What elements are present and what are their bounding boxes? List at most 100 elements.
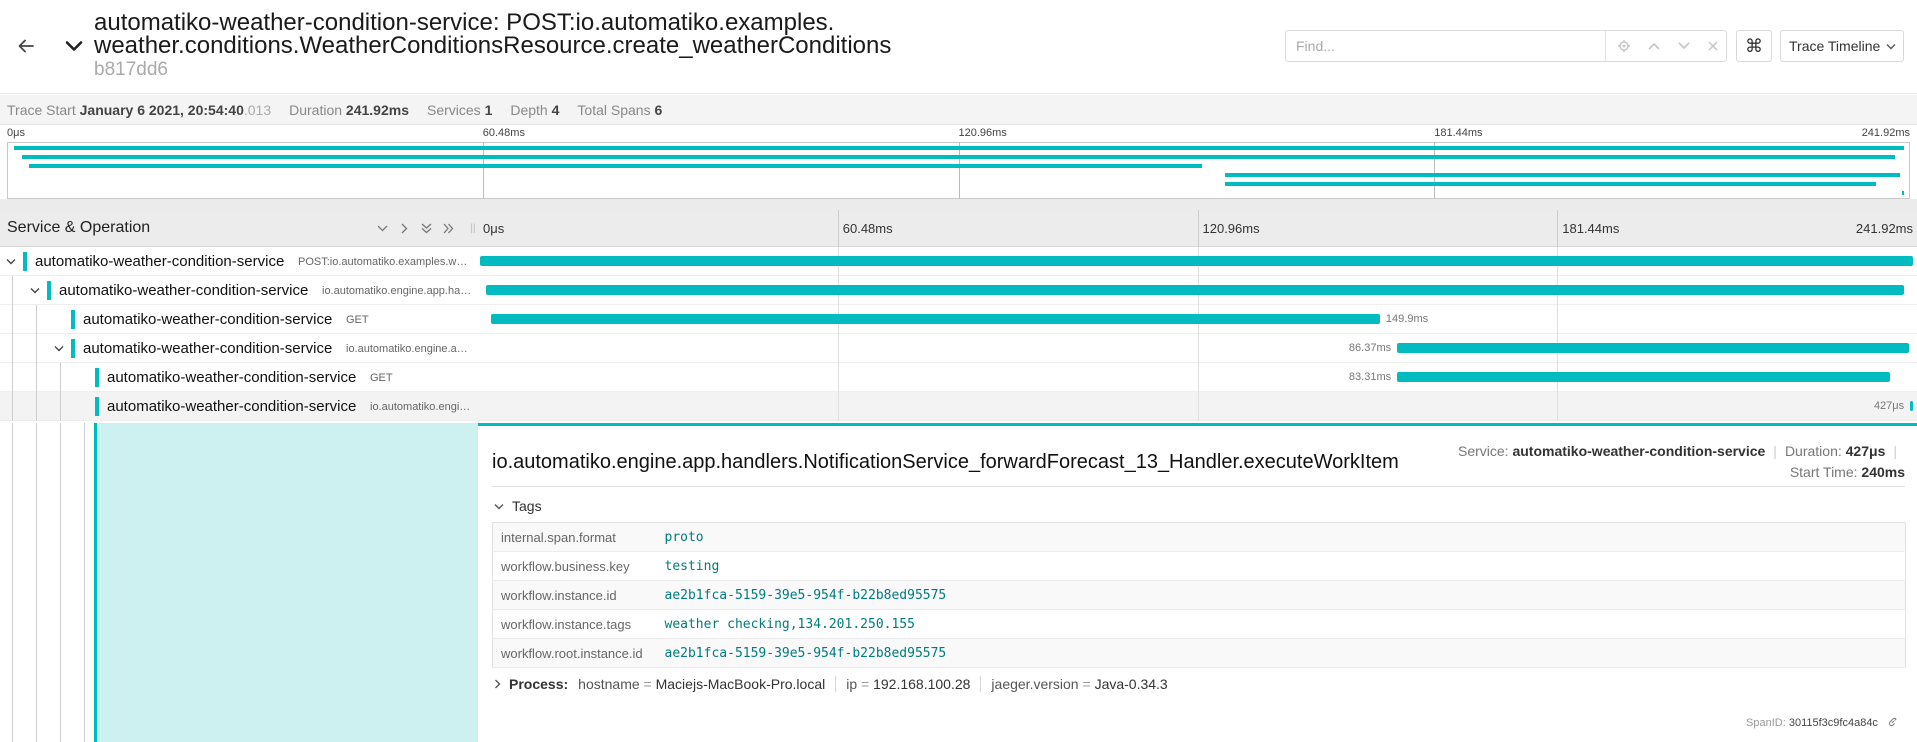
span-operation-name: io.automatiko.engine.app.handlers.Notifi…	[370, 401, 472, 413]
span-id: SpanID: 30115f3c9fc4a84c	[1746, 716, 1899, 729]
tags-toggle[interactable]: Tags	[494, 498, 542, 514]
trace-minimap[interactable]: 0μs 60.48ms 120.96ms 181.44ms 241.92ms	[0, 126, 1917, 210]
tree-guide-line	[36, 305, 37, 334]
view-mode-label: Trace Timeline	[1789, 38, 1881, 54]
detail-left-gutter	[0, 423, 478, 742]
span-operation-name: io.automatiko.engine.app.handlers.StartP…	[322, 285, 472, 297]
tree-guide-line	[12, 363, 13, 392]
span-name-cell[interactable]: automatiko-weather-condition-service io.a…	[0, 334, 478, 363]
keyboard-shortcuts-button[interactable]: ⌘	[1736, 30, 1772, 62]
collapse-title-button[interactable]	[62, 32, 86, 60]
span-duration-label: 83.31ms	[1348, 371, 1392, 383]
span-bar-cell[interactable]: 83.31ms	[478, 363, 1917, 392]
span-bar[interactable]	[485, 285, 1905, 295]
span-bar[interactable]	[491, 314, 1380, 324]
service-color-marker	[95, 397, 99, 416]
expand-all-icon[interactable]	[440, 220, 456, 236]
locate-icon[interactable]	[1615, 37, 1633, 55]
collapse-one-icon[interactable]	[374, 220, 390, 236]
timeline-gridline	[1197, 334, 1199, 363]
span-operation-name: POST:io.automatiko.examples.weather.cond…	[298, 256, 472, 268]
timeline-tick-label: 60.48ms	[842, 221, 893, 236]
chevron-right-icon	[495, 679, 501, 689]
minimap-span-bar	[1224, 173, 1901, 177]
timeline-gridline	[837, 334, 839, 363]
chevron-up-icon[interactable]	[1645, 37, 1663, 55]
timeline-tick-label: 0μs	[483, 221, 505, 236]
timeline-gridline	[1557, 305, 1559, 334]
timeline-tick-label: 120.96ms	[1202, 221, 1260, 236]
trace-total-spans: Total Spans 6	[577, 101, 663, 118]
span-bar-cell[interactable]	[478, 276, 1917, 305]
tree-guide-line	[12, 392, 13, 421]
expand-one-icon[interactable]	[396, 220, 412, 236]
span-bar[interactable]	[1397, 343, 1909, 353]
timeline-tick-label: 241.92ms	[1855, 221, 1913, 236]
span-bar[interactable]	[1910, 401, 1914, 411]
span-row[interactable]: automatiko-weather-condition-service io.a…	[0, 392, 1917, 421]
span-operation-name: io.automatiko.engine.app.handlers.Execut…	[346, 343, 472, 355]
trace-title-line2: weather.conditions.WeatherConditionsReso…	[94, 32, 892, 59]
span-service-name: automatiko-weather-condition-service	[107, 398, 357, 415]
tree-guide-line	[36, 334, 37, 363]
tag-key: workflow.instance.tags	[492, 609, 665, 639]
span-row[interactable]: automatiko-weather-condition-service GET 1…	[0, 305, 1917, 334]
span-name-cell[interactable]: automatiko-weather-condition-service io.a…	[0, 276, 478, 305]
span-detail: io.automatiko.engine.app.handlers.Notifi…	[478, 423, 1917, 742]
tree-guide-line	[60, 392, 61, 421]
tag-row: workflow.business.key testing	[492, 551, 1906, 581]
view-mode-select[interactable]: Trace Timeline	[1780, 30, 1904, 62]
chevron-down-icon[interactable]	[52, 340, 66, 356]
minimap-span-bar	[1902, 191, 1904, 195]
service-color-marker	[71, 339, 75, 358]
span-name-cell[interactable]: automatiko-weather-condition-service POST…	[0, 247, 478, 276]
span-row[interactable]: automatiko-weather-condition-service POST…	[0, 247, 1917, 276]
process-toggle[interactable]: Process: hostname = Maciejs-MacBook-Pro.…	[494, 676, 1168, 692]
span-bar[interactable]	[480, 256, 1913, 266]
span-row[interactable]: automatiko-weather-condition-service GET 8…	[0, 363, 1917, 392]
tag-key: workflow.business.key	[492, 551, 665, 581]
span-bar[interactable]	[1397, 372, 1891, 382]
tree-guide-line	[36, 392, 37, 421]
tag-value: proto	[664, 522, 1906, 552]
column-resize-handle[interactable]: ||	[468, 210, 478, 247]
minimap-span-bar	[21, 155, 1895, 159]
tree-guide-line	[12, 305, 13, 334]
chevron-down-icon[interactable]	[4, 253, 18, 269]
tag-value: testing	[664, 551, 1906, 581]
minimap-tick-label: 120.96ms	[958, 127, 1007, 139]
trace-id: b817dd6	[94, 59, 168, 80]
minimap-gridline	[1434, 142, 1436, 199]
minimap-span-bar	[1224, 182, 1876, 186]
span-bar-cell[interactable]: 86.37ms	[478, 334, 1917, 363]
back-button[interactable]	[12, 32, 40, 60]
span-bar-cell[interactable]: 427μs	[478, 392, 1917, 421]
chevron-down-icon	[494, 503, 504, 509]
span-name-cell[interactable]: automatiko-weather-condition-service io.a…	[0, 392, 478, 421]
command-icon: ⌘	[1745, 35, 1763, 56]
process-separator	[980, 676, 982, 692]
find-input[interactable]	[1286, 31, 1606, 61]
minimap-gridline	[958, 142, 960, 199]
arrow-left-icon	[18, 39, 34, 53]
tree-guide-line	[60, 363, 61, 392]
span-service: automatiko-weather-condition-service	[1512, 443, 1766, 459]
span-duration: 427μs	[1845, 443, 1886, 459]
span-name-cell[interactable]: automatiko-weather-condition-service GET	[0, 305, 478, 334]
link-icon[interactable]	[1887, 716, 1899, 728]
span-bar-cell[interactable]: 149.9ms	[478, 305, 1917, 334]
span-name-cell[interactable]: automatiko-weather-condition-service GET	[0, 363, 478, 392]
span-row[interactable]: automatiko-weather-condition-service io.a…	[0, 276, 1917, 305]
chevron-down-icon[interactable]	[1675, 37, 1693, 55]
service-operation-title: Service & Operation	[7, 219, 151, 236]
chevron-down-icon[interactable]	[28, 282, 42, 298]
close-icon[interactable]	[1704, 37, 1722, 55]
timeline-gridline	[1197, 210, 1199, 247]
span-row[interactable]: automatiko-weather-condition-service io.a…	[0, 334, 1917, 363]
minimap-span-bar	[29, 164, 1203, 168]
process-item: hostname = Maciejs-MacBook-Pro.local	[578, 676, 826, 692]
collapse-all-icon[interactable]	[418, 220, 434, 236]
span-service-name: automatiko-weather-condition-service	[83, 340, 333, 357]
minimap-tick-label: 241.92ms	[1861, 127, 1910, 139]
span-bar-cell[interactable]	[478, 247, 1917, 276]
